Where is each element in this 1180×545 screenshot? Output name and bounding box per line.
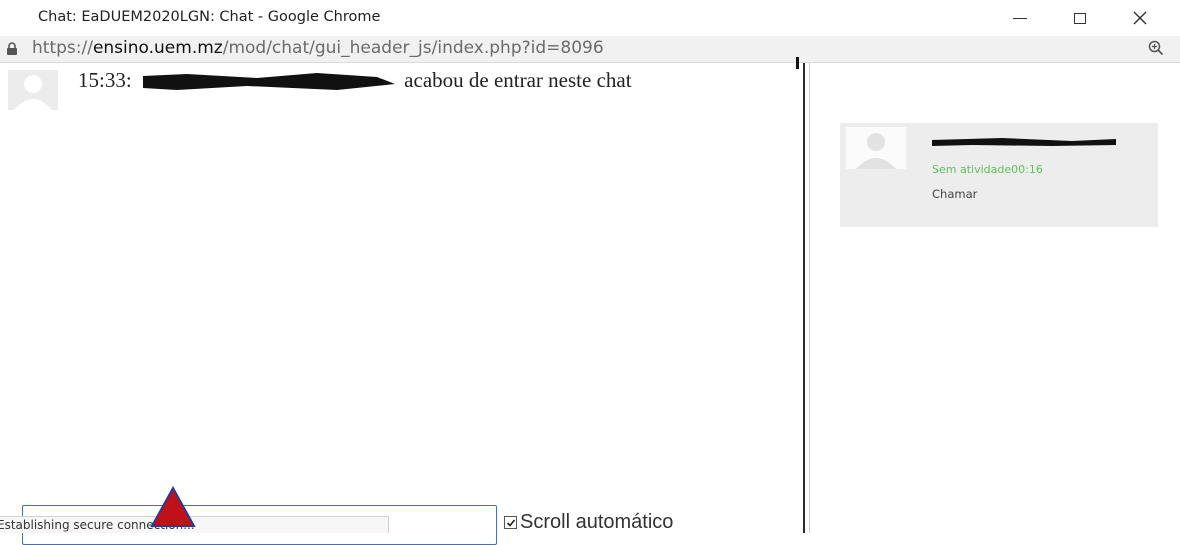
redacted-user-name [932,138,1116,146]
maximize-icon [1074,12,1086,24]
user-status: Sem atividade00:16 [932,163,1043,176]
call-user-link[interactable]: Chamar [932,187,977,201]
url-text[interactable]: https://ensino.uem.mz/mod/chat/gui_heade… [32,38,604,58]
pane-divider-tick [796,57,799,69]
close-icon [1133,11,1147,25]
lock-icon[interactable] [6,42,18,56]
autoscroll-checkbox[interactable] [504,516,517,529]
redacted-author [142,73,395,91]
minimize-icon [1013,17,1027,19]
user-avatar-icon [856,133,896,169]
address-bar[interactable]: https://ensino.uem.mz/mod/chat/gui_heade… [0,36,1180,63]
url-path: /mod/chat/gui_header_js/index.php?id=809… [222,38,604,58]
message-time: 15:33: [78,68,132,92]
minimize-button[interactable] [990,0,1050,36]
chat-messages-pane [0,63,802,533]
avatar [8,70,58,110]
zoom-icon[interactable] [1148,40,1164,56]
checkmark-icon [506,518,515,527]
autoscroll-toggle[interactable]: Scroll automático [504,511,673,534]
pane-divider[interactable] [803,63,805,533]
message-body: acabou de entrar neste chat [404,68,632,92]
avatar [846,127,906,169]
autoscroll-label: Scroll automático [520,511,674,533]
chat-message: 15:33: acabou de entrar neste chat [78,68,632,94]
window-title: Chat: EaDUEM2020LGN: Chat - Google Chrom… [38,9,381,25]
url-scheme: https:// [32,38,93,58]
user-avatar-icon [14,75,52,110]
user-list-item: Sem atividade00:16 Chamar [840,123,1158,227]
close-button[interactable] [1110,0,1170,36]
annotation-arrow-icon [150,486,196,527]
url-domain: ensino.uem.mz [92,38,223,58]
pane-divider-edge [809,63,810,533]
maximize-button[interactable] [1050,0,1110,36]
browser-titlebar: Chat: EaDUEM2020LGN: Chat - Google Chrom… [0,0,1180,36]
